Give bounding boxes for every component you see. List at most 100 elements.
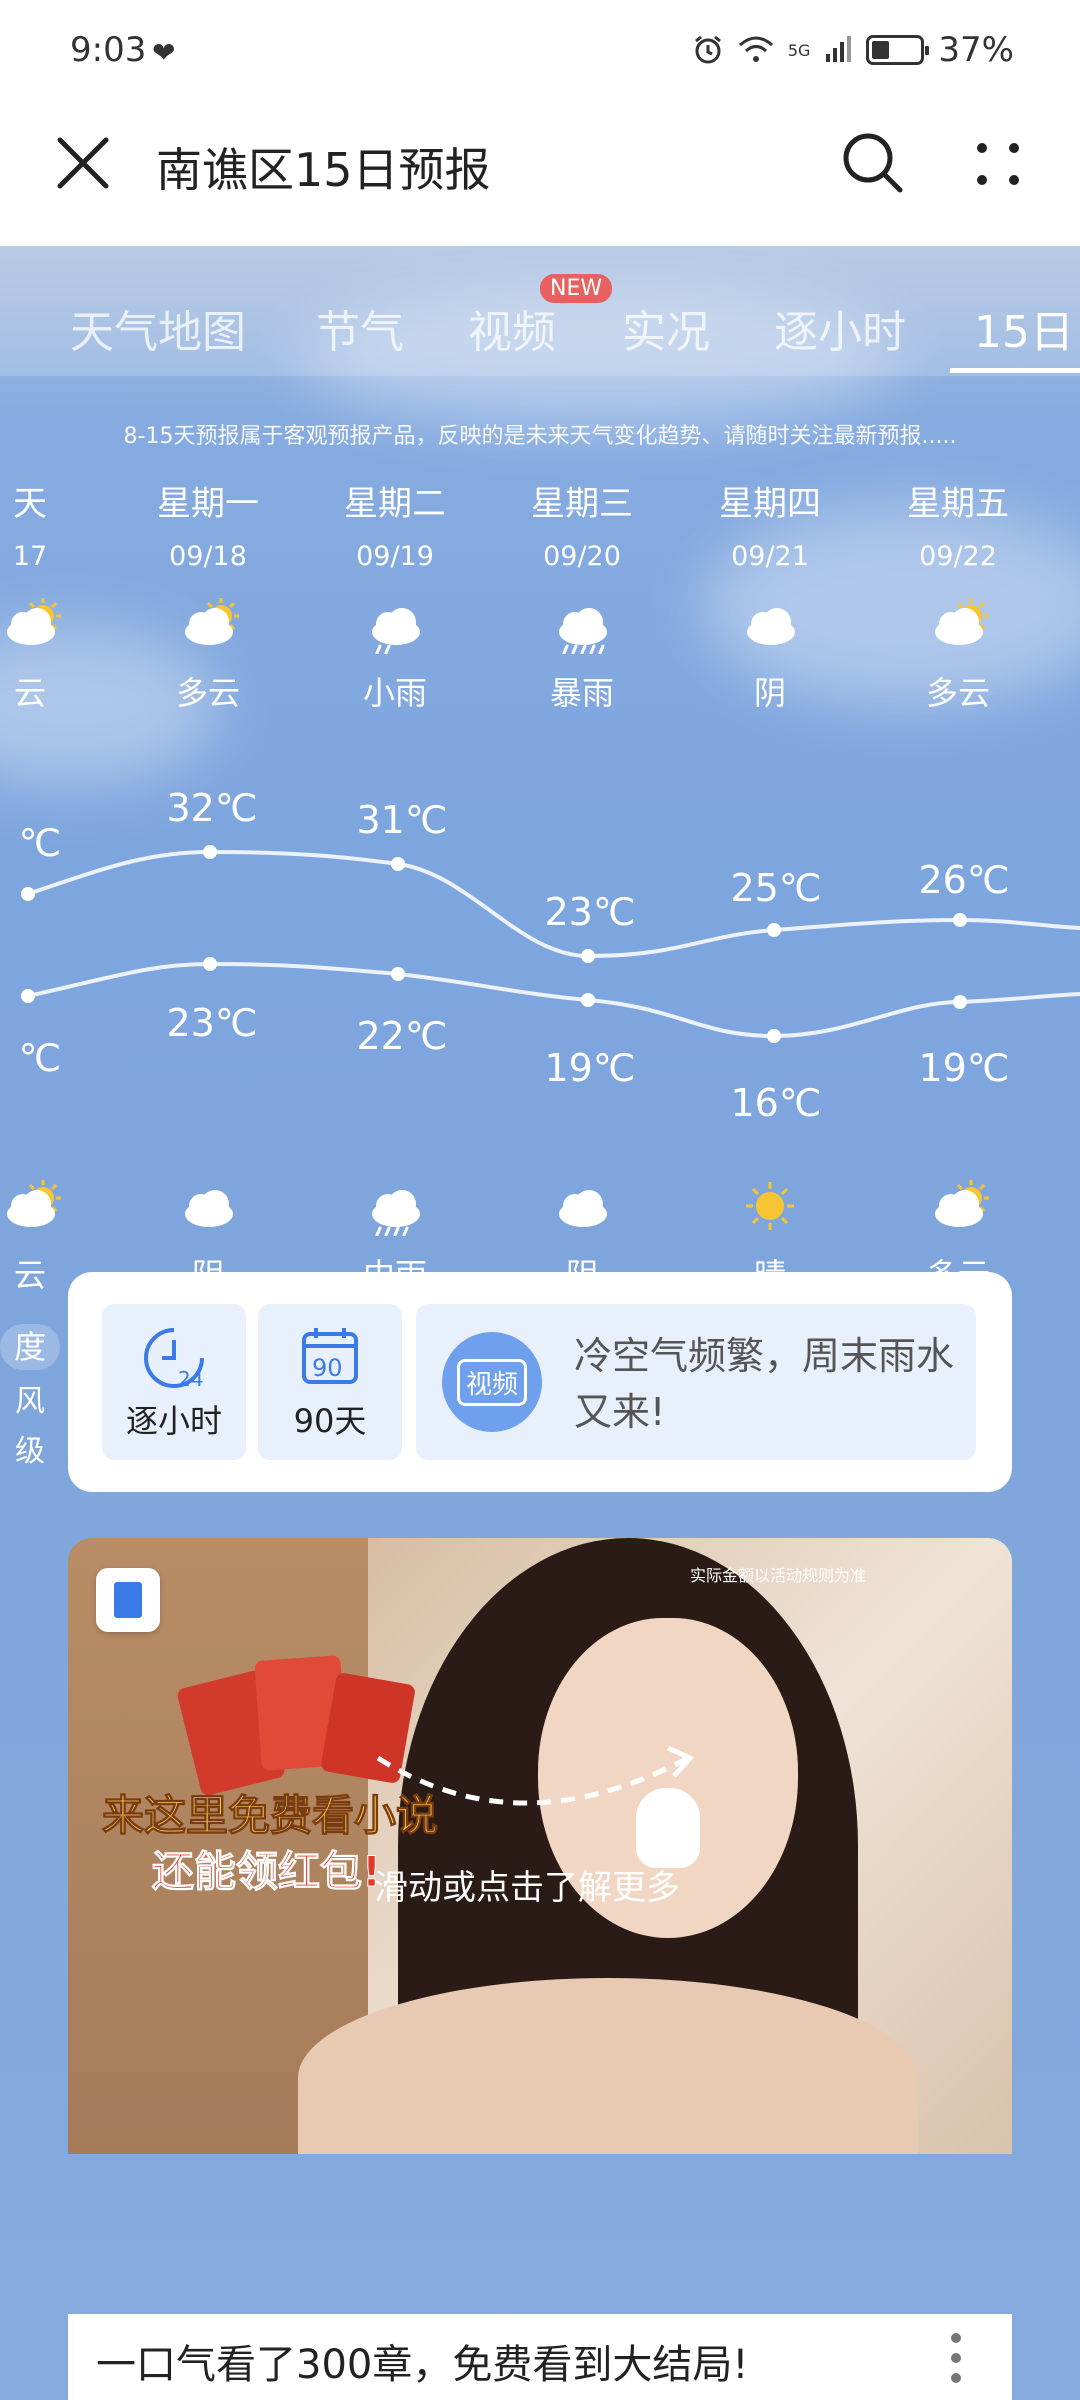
weekday-label: 星期二 <box>344 484 446 524</box>
weekday-label: 星期五 <box>907 484 1009 524</box>
day-condition: 多云 <box>925 674 990 712</box>
sun-icon <box>735 1176 805 1236</box>
wifi-icon <box>738 36 773 62</box>
forecast-notice: 8-15天预报属于客观预报产品，反映的是未来天气变化趋势、请随时关注最新预报..… <box>123 424 957 449</box>
weekday-label: 星期三 <box>531 484 633 524</box>
video-badge-label: 视频 <box>456 1358 527 1406</box>
video-badge-icon: 视频 <box>442 1332 542 1432</box>
ninety-day-label: 90天 <box>293 1402 367 1440</box>
low-point <box>391 967 405 981</box>
day-header[interactable]: 星期一 09/18 多云 <box>118 476 298 714</box>
title-bar: 南谯区15日预报 <box>0 104 1080 246</box>
heart-icon: ❤ <box>152 36 176 69</box>
app-logo-icon <box>96 1568 160 1632</box>
high-point <box>203 845 217 859</box>
date-label: 17 <box>12 541 48 572</box>
high-point <box>391 857 405 871</box>
low-temp-label: 19℃ <box>918 1046 1010 1090</box>
new-badge: NEW <box>540 274 613 303</box>
tab-live[interactable]: 实况 <box>622 296 710 360</box>
cloud-icon <box>547 1176 617 1236</box>
high-temp-label: 26℃ <box>918 858 1010 902</box>
high-point <box>21 887 35 901</box>
hourly-link[interactable]: 24 逐小时 <box>102 1304 246 1460</box>
day-condition: 多云 <box>175 674 240 712</box>
clock-24-icon: 24 <box>144 1328 204 1390</box>
status-bar: 9:03 ❤ 5G 37% <box>0 0 1080 104</box>
day-condition: 云 <box>13 674 46 712</box>
svg-text:90: 90 <box>312 1354 343 1382</box>
svg-text:24: 24 <box>178 1367 203 1390</box>
high-point <box>953 913 967 927</box>
close-icon[interactable] <box>52 132 114 194</box>
signal-icon <box>826 36 852 62</box>
light-rain-icon <box>360 594 430 655</box>
tab-solar-terms[interactable]: 节气 <box>316 296 404 360</box>
ad-more-icon[interactable] <box>950 2328 962 2388</box>
heavy-rain-icon <box>547 594 617 655</box>
tab-bar: 天气地图 节气 视频 NEW 实况 逐小时 15日 <box>0 246 1080 376</box>
low-point <box>767 1029 781 1043</box>
search-icon[interactable] <box>840 130 906 196</box>
more-icon[interactable] <box>968 134 1028 194</box>
page-title: 南谯区15日预报 <box>156 143 491 197</box>
day-header[interactable]: 星期二 09/19 小雨 <box>305 476 485 714</box>
weekday-label: 星期一 <box>157 484 259 524</box>
day-header[interactable]: 星期四 09/21 阴 <box>680 476 860 714</box>
date-label: 09/18 <box>169 541 247 572</box>
ad-banner[interactable]: 实际金额以活动规则为准 来这里免费看小说 还能领红包! 滑动或点击了解更多 <box>68 1538 1012 2154</box>
partly-cloudy-icon <box>0 1176 65 1236</box>
date-label: 09/20 <box>543 541 621 572</box>
tab-hourly[interactable]: 逐小时 <box>774 296 906 360</box>
day-header[interactable]: 天 17 云 <box>0 476 120 714</box>
weekday-label: 天 <box>13 484 47 524</box>
ad-footer[interactable]: 一口气看了300章，免费看到大结局! <box>68 2314 1012 2400</box>
low-point <box>21 989 35 1003</box>
status-time: 9:03 <box>70 30 147 70</box>
low-temp-label: 16℃ <box>730 1081 822 1125</box>
low-point <box>581 993 595 1007</box>
battery-percent: 37% <box>938 30 1014 70</box>
low-temp-label: ℃ <box>18 1036 62 1080</box>
moderate-rain-icon <box>360 1176 430 1237</box>
status-icons: 5G 37% <box>692 30 1014 70</box>
cloud-icon <box>173 1176 243 1236</box>
high-temp-label: 23℃ <box>544 890 636 934</box>
low-point <box>953 995 967 1009</box>
tab-weather-map[interactable]: 天气地图 <box>70 296 246 360</box>
partly-cloudy-icon <box>923 1176 993 1236</box>
low-point <box>203 957 217 971</box>
ad-headline-2: 还能领红包! <box>151 1847 382 1897</box>
tab-15day[interactable]: 15日 <box>974 296 1074 360</box>
day-header[interactable]: 星期三 09/20 暴雨 <box>492 476 672 714</box>
low-temp-label: 23℃ <box>166 1001 258 1045</box>
tab-underline <box>950 368 1080 373</box>
weekday-label: 星期四 <box>719 484 821 524</box>
day-header[interactable]: 星期五 09/22 多云 <box>868 476 1048 714</box>
hourly-link-label: 逐小时 <box>125 1402 222 1440</box>
network-type: 5G <box>787 40 811 60</box>
battery-icon <box>866 35 930 65</box>
partly-cloudy-icon <box>0 594 65 654</box>
high-temp-label: 32℃ <box>166 786 258 830</box>
high-temp-label: 31℃ <box>356 798 448 842</box>
ad-footer-text: 一口气看了300章，免费看到大结局! <box>96 2342 749 2388</box>
ad-disclaimer: 实际金额以活动规则为准 <box>690 1566 867 1585</box>
high-point <box>581 949 595 963</box>
ad-cta[interactable]: 滑动或点击了解更多 <box>374 1860 680 1909</box>
tab-video[interactable]: 视频 <box>468 296 556 360</box>
date-label: 09/21 <box>731 541 809 572</box>
video-headline: 冷空气频繁，周末雨水又来! <box>574 1334 955 1434</box>
calendar-90-icon: 90 <box>302 1328 358 1384</box>
video-news-link[interactable]: 视频 冷空气频繁，周末雨水又来! <box>416 1304 976 1460</box>
day-condition: 阴 <box>753 674 786 712</box>
date-label: 09/19 <box>356 541 434 572</box>
hand-pointer-icon <box>636 1788 700 1868</box>
ninety-day-link[interactable]: 90 90天 <box>258 1304 402 1460</box>
low-temp-label: 22℃ <box>356 1014 448 1058</box>
day-condition: 暴雨 <box>549 674 614 712</box>
aqi-pill: 度 <box>0 1324 60 1370</box>
date-label: 09/22 <box>919 541 997 572</box>
high-temp-label: 25℃ <box>730 866 822 910</box>
quick-links-card: 24 逐小时 90 90天 视频 冷空气频繁，周末雨水又来! <box>68 1272 1012 1492</box>
